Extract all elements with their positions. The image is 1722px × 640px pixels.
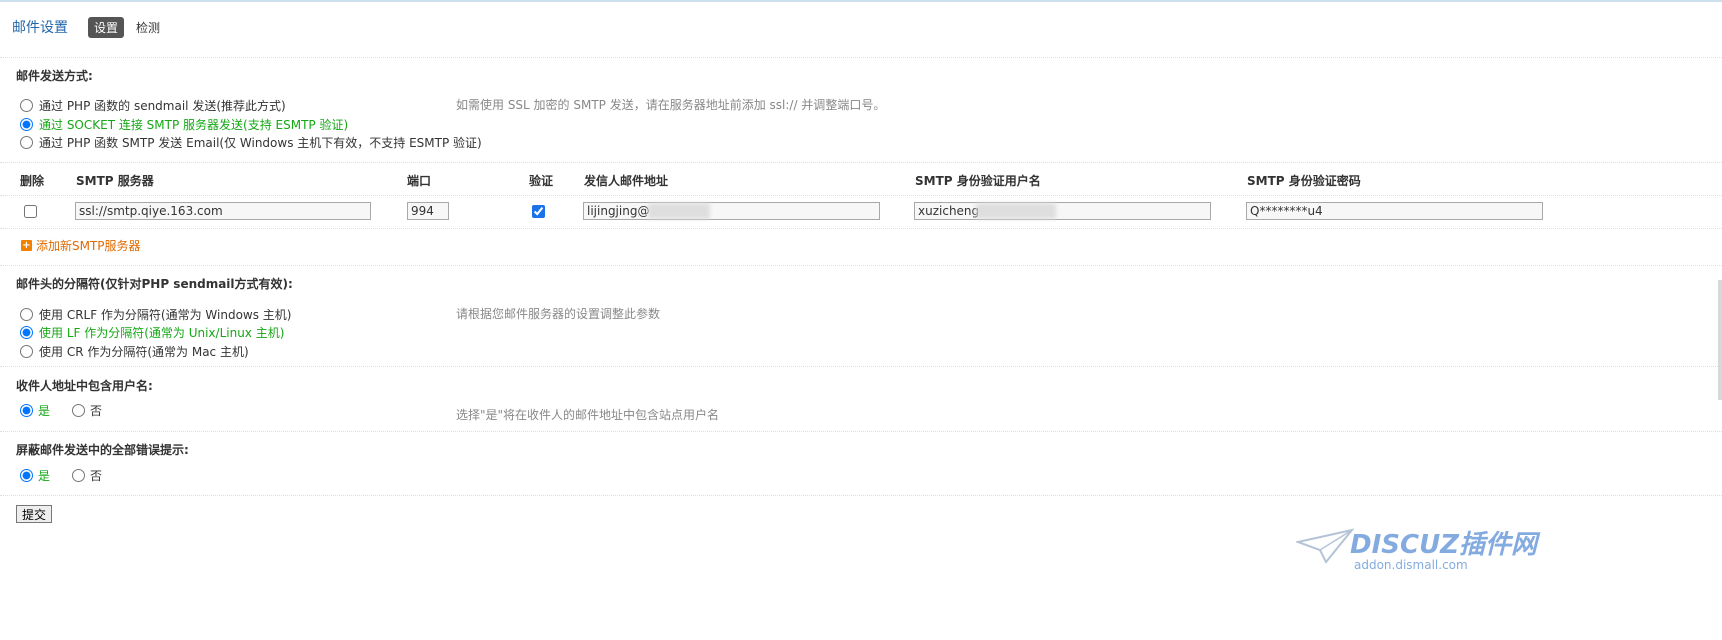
scrollbar-thumb[interactable]: [1718, 280, 1722, 400]
separator-radio-cr[interactable]: [20, 344, 33, 358]
col-port: 端口: [407, 174, 432, 188]
divider: [0, 228, 1722, 229]
include-username-heading: 收件人地址中包含用户名:: [16, 379, 153, 393]
include-username-options: 是 否: [20, 401, 124, 419]
add-smtp-server-link[interactable]: + 添加新SMTP服务器: [21, 237, 141, 254]
plus-icon: +: [21, 240, 32, 251]
separator-radio-crlf[interactable]: [20, 307, 33, 321]
include-username-yes-label[interactable]: 是: [38, 402, 50, 419]
suppress-errors-heading: 屏蔽邮件发送中的全部错误提示:: [16, 443, 189, 457]
smtp-server-input[interactable]: [75, 202, 371, 220]
divider: [0, 495, 1722, 496]
redaction-blur: [648, 203, 710, 219]
separator-radio-lf[interactable]: [20, 325, 33, 339]
divider: [0, 366, 1722, 367]
divider: [0, 57, 1722, 58]
submit-button[interactable]: 提交: [16, 505, 53, 523]
paper-plane-icon: [1296, 528, 1355, 564]
watermark-logo: DISCUZ插件网 addon.dismall.com: [1296, 522, 1556, 576]
col-delete: 删除: [20, 174, 45, 188]
send-method-option-socket[interactable]: 通过 SOCKET 连接 SMTP 服务器发送(支持 ESMTP 验证): [20, 115, 348, 133]
col-auth-password: SMTP 身份验证密码: [1247, 174, 1361, 188]
send-method-option-php-smtp[interactable]: 通过 PHP 函数 SMTP 发送 Email(仅 Windows 主机下有效，…: [20, 133, 482, 151]
from-address-input[interactable]: [583, 202, 880, 220]
page-header: 邮件设置 设置 检测: [12, 16, 172, 38]
port-input[interactable]: [407, 202, 449, 220]
top-border: [0, 0, 1722, 2]
suppress-errors-yes-radio[interactable]: [20, 468, 33, 482]
divider: [0, 431, 1722, 432]
auth-password-input[interactable]: [1246, 202, 1543, 220]
separator-heading: 邮件头的分隔符(仅针对PHP sendmail方式有效):: [16, 277, 293, 291]
col-smtp-server: SMTP 服务器: [76, 174, 154, 188]
watermark-url: addon.dismall.com: [1354, 558, 1468, 572]
separator-option-crlf[interactable]: 使用 CRLF 作为分隔符(通常为 Windows 主机): [20, 305, 292, 323]
tab-check[interactable]: 检测: [130, 17, 166, 38]
delete-checkbox[interactable]: [24, 205, 37, 218]
include-username-no-radio[interactable]: [72, 403, 86, 417]
auth-username-input[interactable]: [914, 202, 1211, 220]
send-method-option-sendmail[interactable]: 通过 PHP 函数的 sendmail 发送(推荐此方式): [20, 96, 286, 114]
auth-checkbox[interactable]: [532, 205, 545, 218]
include-username-hint: 选择"是"将在收件人的邮件地址中包含站点用户名: [456, 408, 720, 422]
suppress-errors-yes-label[interactable]: 是: [38, 467, 50, 484]
col-from-address: 发信人邮件地址: [584, 174, 669, 188]
col-auth-username: SMTP 身份验证用户名: [915, 174, 1041, 188]
send-method-heading: 邮件发送方式:: [16, 69, 93, 83]
separator-hint: 请根据您邮件服务器的设置调整此参数: [456, 307, 661, 321]
separator-option-lf[interactable]: 使用 LF 作为分隔符(通常为 Unix/Linux 主机): [20, 323, 284, 341]
redaction-blur: [976, 203, 1056, 219]
watermark-brand: DISCUZ插件网: [1350, 530, 1538, 560]
include-username-yes-radio[interactable]: [20, 403, 33, 417]
suppress-errors-no-label[interactable]: 否: [90, 467, 102, 484]
send-method-radio-php-smtp[interactable]: [20, 135, 33, 149]
suppress-errors-options: 是 否: [20, 466, 124, 484]
page-title: 邮件设置: [12, 20, 68, 36]
send-method-radio-sendmail[interactable]: [20, 98, 33, 112]
suppress-errors-no-radio[interactable]: [72, 468, 86, 482]
include-username-no-label[interactable]: 否: [90, 402, 102, 419]
separator-option-cr[interactable]: 使用 CR 作为分隔符(通常为 Mac 主机): [20, 342, 249, 360]
tab-settings[interactable]: 设置: [88, 16, 125, 38]
divider: [0, 162, 1722, 163]
divider: [0, 195, 1722, 196]
divider: [0, 265, 1722, 266]
send-method-hint: 如需使用 SSL 加密的 SMTP 发送，请在服务器地址前添加 ssl:// 并…: [456, 98, 886, 112]
send-method-radio-socket[interactable]: [20, 117, 33, 131]
col-auth: 验证: [529, 174, 554, 188]
